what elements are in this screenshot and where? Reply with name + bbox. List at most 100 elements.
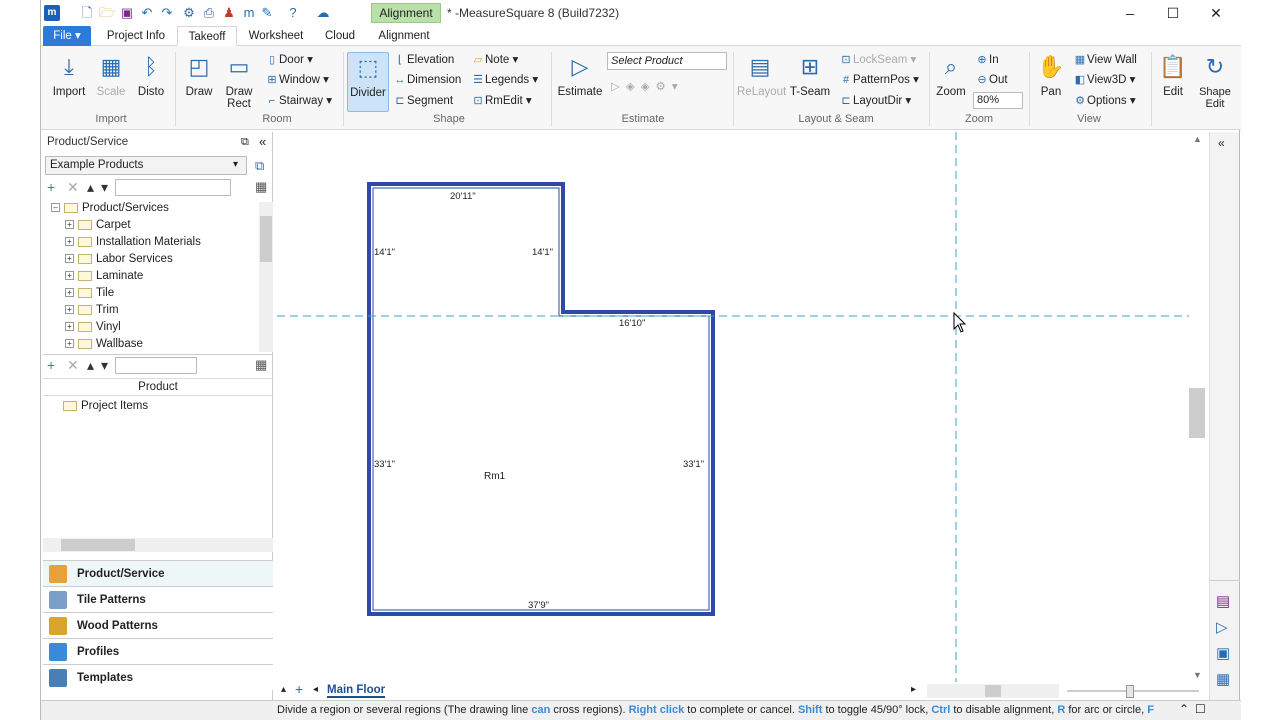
estimate-icon[interactable]: ▷ (1216, 618, 1228, 636)
accordion-templates[interactable]: Templates (43, 664, 273, 690)
add-floor-icon[interactable]: + (295, 681, 303, 697)
segment-button[interactable]: ⊏ Segment (393, 92, 453, 110)
cloud-icon[interactable]: ☁ (315, 5, 331, 21)
maximize-icon[interactable]: ☐ (1158, 4, 1188, 22)
tree-item-tile[interactable]: + Tile (65, 285, 114, 302)
catalog-icon[interactable]: ⧉ (255, 158, 264, 174)
move-down-icon[interactable]: ▾ (101, 178, 108, 196)
tree-item-carpet[interactable]: + Carpet (65, 217, 131, 234)
product-catalog-select[interactable]: Example Products (45, 156, 247, 175)
app-logo-icon[interactable]: m (44, 5, 60, 21)
select-product-dropdown[interactable]: Select Product (607, 52, 727, 70)
stairway-button[interactable]: ⌐ Stairway ▾ (265, 92, 332, 110)
legends-button[interactable]: ☰ Legends ▾ (471, 71, 538, 89)
draw-button[interactable]: ◰ Draw (177, 52, 221, 112)
tab-worksheet[interactable]: Worksheet (241, 26, 311, 46)
edit-button[interactable]: 📋 Edit (1153, 52, 1193, 112)
delete-icon[interactable]: ✕ (67, 178, 79, 196)
move-up-icon[interactable]: ▴ (87, 356, 94, 374)
floor-right-icon[interactable]: ▸ (911, 684, 916, 695)
shape-edit-button[interactable]: ↻ Shape Edit (1193, 52, 1237, 112)
zoom-out-button[interactable]: ⊖ Out (975, 71, 1007, 89)
expand-icon[interactable]: + (65, 271, 74, 281)
tree-root[interactable]: – Product/Services (51, 200, 169, 217)
tab-takeoff[interactable]: Takeoff (177, 26, 237, 46)
floor-tab-main[interactable]: Main Floor (327, 684, 386, 698)
user-icon[interactable]: ♟ (221, 5, 237, 21)
tools-icon[interactable]: ✎ (259, 5, 275, 21)
elevation-button[interactable]: ⌊ Elevation (393, 51, 454, 69)
restore-window-icon[interactable]: ☐ (1195, 702, 1206, 716)
settings-icon[interactable]: ⚙ (181, 5, 197, 21)
grid-view-icon[interactable]: ▦ (255, 179, 267, 195)
layout-icon[interactable]: ▣ (1216, 644, 1230, 662)
canvas-vscrollbar[interactable]: ▲ ▼ (1189, 132, 1207, 682)
tab-file[interactable]: File ▾ (43, 26, 91, 46)
expand-icon[interactable]: + (65, 339, 74, 349)
grid-icon[interactable]: ▦ (1216, 670, 1230, 688)
patternpos-button[interactable]: # PatternPos ▾ (839, 71, 919, 89)
tree-item-labor-services[interactable]: + Labor Services (65, 251, 173, 268)
help-icon[interactable]: ? (285, 5, 301, 21)
drawing-canvas[interactable]: 20'11" 14'1" 14'1" 16'10" 33'1" 33'1" 37… (277, 132, 1189, 682)
rmedit-button[interactable]: ⊡ RmEdit ▾ (471, 92, 531, 110)
accordion-profiles[interactable]: Profiles (43, 638, 273, 664)
accordion-product-service[interactable]: Product/Service (43, 560, 273, 586)
product-column-header[interactable]: Product (43, 378, 273, 396)
add-icon[interactable]: + (47, 356, 55, 374)
close-icon[interactable]: ✕ (1201, 4, 1231, 22)
scale-button[interactable]: ▦ Scale (89, 52, 133, 112)
product-hscroll-thumb[interactable] (61, 539, 135, 551)
collapse-icon[interactable]: – (51, 203, 60, 213)
tab-alignment[interactable]: Alignment (373, 26, 435, 46)
grid-view-icon[interactable]: ▦ (255, 357, 267, 373)
note-button[interactable]: ▱ Note ▾ (471, 51, 519, 69)
relayout-button[interactable]: ▤ ReLayout (737, 52, 786, 112)
worksheet-icon[interactable]: ▤ (1216, 592, 1230, 610)
zoom-button[interactable]: ⌕ Zoom (931, 52, 971, 112)
collapse-up-icon[interactable]: ⌃ (1179, 702, 1189, 716)
room-label[interactable]: Rm1 (484, 471, 505, 482)
expand-icon[interactable]: + (65, 305, 74, 315)
tree-item-trim[interactable]: + Trim (65, 302, 119, 319)
accordion-wood-patterns[interactable]: Wood Patterns (43, 612, 273, 638)
expand-icon[interactable]: + (65, 288, 74, 298)
accordion-tile-patterns[interactable]: Tile Patterns (43, 586, 273, 612)
view3d-button[interactable]: ◧ View3D ▾ (1073, 71, 1136, 89)
minimize-icon[interactable]: – (1115, 4, 1145, 22)
undo-icon[interactable]: ↶ (139, 5, 155, 21)
dimension-button[interactable]: ↔ Dimension (393, 71, 462, 89)
pan-button[interactable]: ✋ Pan (1031, 52, 1071, 112)
view-wall-button[interactable]: ▦ View Wall (1073, 51, 1137, 69)
mc-icon[interactable]: m (241, 5, 257, 21)
zoom-level-select[interactable]: 80% (973, 92, 1023, 109)
tree-scroll-thumb[interactable] (260, 216, 272, 262)
open-folder-icon[interactable]: 🗁 (99, 5, 115, 21)
move-up-icon[interactable]: ▴ (87, 178, 94, 196)
draw-rect-button[interactable]: ▭ Draw Rect (217, 52, 261, 112)
print-icon[interactable]: ⎙ (201, 5, 217, 21)
expand-panel-icon[interactable]: « (1218, 136, 1225, 150)
floor-left-icon[interactable]: ◂ (313, 684, 318, 695)
tree-item-wallbase[interactable]: + Wallbase (65, 336, 143, 353)
tab-cloud[interactable]: Cloud (317, 26, 363, 46)
lockseam-button[interactable]: ⊡ LockSeam ▾ (839, 51, 916, 69)
scroll-up-icon[interactable]: ▲ (1193, 134, 1202, 144)
tseam-button[interactable]: ⊞ T-Seam (789, 52, 831, 112)
collapse-panel-icon[interactable]: « (259, 134, 266, 149)
canvas-vscroll-thumb[interactable] (1189, 388, 1205, 438)
estimate-button[interactable]: ▷ Estimate (555, 52, 605, 112)
move-down-icon[interactable]: ▾ (101, 356, 108, 374)
divider-button[interactable]: ⬚ Divider (347, 52, 389, 112)
import-button[interactable]: ⤓ Import (47, 52, 91, 112)
scroll-down-icon[interactable]: ▼ (1193, 670, 1202, 680)
product-search-input[interactable] (115, 357, 197, 374)
chevron-down-icon[interactable]: ▾ (233, 159, 238, 170)
tree-item-vinyl[interactable]: + Vinyl (65, 319, 121, 336)
save-icon[interactable]: ▣ (119, 5, 135, 21)
tree-item-laminate[interactable]: + Laminate (65, 268, 143, 285)
layoutdir-button[interactable]: ⊏ LayoutDir ▾ (839, 92, 911, 110)
new-file-icon[interactable]: 🗋 (79, 5, 95, 21)
delete-icon[interactable]: ✕ (67, 356, 79, 374)
float-icon[interactable]: ⧉ (241, 136, 249, 149)
